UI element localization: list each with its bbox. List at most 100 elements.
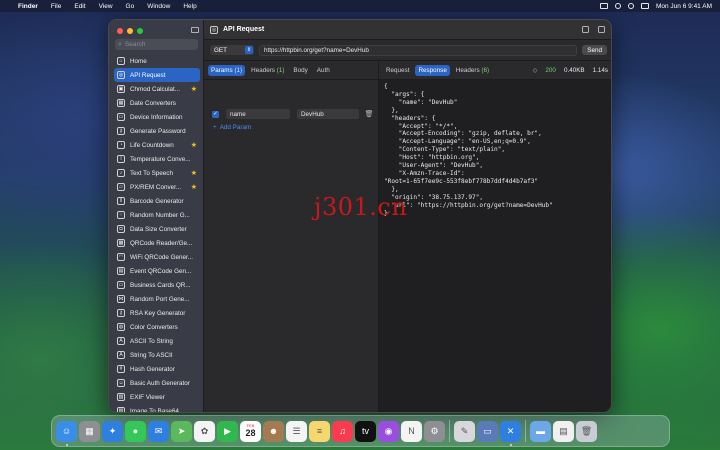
search-icon: ⌕ — [118, 40, 122, 48]
preview-icon[interactable]: ▭ — [477, 420, 498, 442]
music-icon[interactable]: ♫ — [332, 420, 353, 442]
zoom-window-button[interactable] — [137, 28, 143, 34]
sidebar-item-label: Event QRCode Gen... — [130, 267, 192, 275]
podcasts-icon[interactable]: ◉ — [378, 420, 399, 442]
sidebar-item-barcode-generator[interactable]: ‖ Barcode Generator — [114, 194, 200, 208]
sidebar-item-business-cards-qr[interactable]: ▭ Business Cards QR... — [114, 278, 200, 292]
response-stats: ◇ 200 0.40KB 1.14s — [533, 67, 608, 74]
battery-icon[interactable] — [599, 3, 608, 9]
url-bar: GET ⇕ Send — [204, 40, 611, 61]
search-input[interactable] — [124, 41, 195, 48]
sidebar-item-date-converters[interactable]: ▦ Date Converters — [114, 96, 200, 110]
tab-params[interactable]: Params (1) — [208, 64, 246, 76]
notes-icon[interactable]: ≡ — [309, 420, 330, 442]
contacts-icon[interactable]: ☻ — [263, 420, 284, 442]
menu-clock[interactable]: Mon Jun 6 9:41 AM — [656, 3, 712, 10]
tab-body[interactable]: Body — [290, 65, 310, 76]
app-store-icon[interactable]: ⚙ — [424, 420, 445, 442]
sidebar-item-generate-password[interactable]: ⚷ Generate Password — [114, 124, 200, 138]
sidebar-item-api-request[interactable]: ◎ API Request — [114, 68, 200, 82]
menu-edit[interactable]: Edit — [74, 3, 85, 10]
param-key-field[interactable] — [226, 109, 290, 119]
layout-grid-icon[interactable] — [582, 26, 589, 33]
sidebar-item-event-qrcode-gen[interactable]: ▤ Event QRCode Gen... — [114, 264, 200, 278]
tab-request[interactable]: Request — [383, 65, 412, 76]
sidebar-item-px-rem-conver[interactable]: ▱ PX/REM Conver... ★ — [114, 180, 200, 194]
send-button[interactable]: Send — [582, 45, 607, 55]
menu-view[interactable]: View — [99, 3, 113, 10]
tab-response[interactable]: Response — [415, 64, 450, 76]
sidebar-item-ascii-to-string[interactable]: A ASCII To String — [114, 334, 200, 348]
response-pane: Request Response Headers (6) ◇ 200 0.40K… — [379, 61, 611, 412]
finder-icon[interactable]: ☺ — [56, 420, 77, 446]
facetime-icon[interactable]: ▶ — [217, 420, 238, 442]
reminders-icon[interactable]: ☰ — [286, 420, 307, 442]
document-icon[interactable]: ▤ — [553, 420, 574, 442]
messages-icon[interactable]: ● — [125, 420, 146, 442]
wifi-icon[interactable] — [614, 3, 621, 9]
menu-bar: Finder File Edit View Go Window Help Mon… — [0, 0, 720, 12]
sidebar-item-exif-viewer[interactable]: ▨ EXIF Viewer — [114, 390, 200, 404]
close-window-button[interactable] — [117, 28, 123, 34]
sidebar-item-temperature-conve[interactable]: ǀ Temperature Conve... — [114, 152, 200, 166]
sidebar-item-hash-generator[interactable]: # Hash Generator — [114, 362, 200, 376]
param-value-field[interactable] — [297, 109, 359, 119]
split-view-icon[interactable] — [598, 26, 605, 33]
menu-window[interactable]: Window — [147, 3, 170, 10]
sidebar-item-random-port-gene[interactable]: ⋈ Random Port Gene... — [114, 292, 200, 306]
calendar-icon[interactable]: FEB 28 — [240, 420, 261, 442]
sidebar-item-string-to-ascii[interactable]: A String To ASCII — [114, 348, 200, 362]
safari-icon[interactable]: ✦ — [102, 420, 123, 442]
launchpad-icon[interactable]: ▦ — [79, 420, 100, 442]
downloads-folder-icon[interactable]: ▬ — [530, 420, 551, 442]
menu-help[interactable]: Help — [183, 3, 196, 10]
sidebar-item-label: Business Cards QR... — [130, 281, 191, 289]
method-select[interactable]: GET ⇕ — [210, 45, 254, 55]
key-icon: ⚷ — [117, 309, 125, 317]
favorite-star-icon[interactable]: ★ — [191, 85, 197, 93]
sidebar-item-data-size-converter[interactable]: ◘ Data Size Converter — [114, 222, 200, 236]
sidebar-item-rsa-key-generator[interactable]: ⚷ RSA Key Generator — [114, 306, 200, 320]
sidebar-item-label: Random Number G... — [130, 211, 190, 219]
sidebar-toggle-icon[interactable] — [191, 27, 199, 33]
sidebar-item-device-information[interactable]: ▭ Device Information — [114, 110, 200, 124]
tab-response-headers[interactable]: Headers (6) — [453, 65, 492, 76]
sidebar-item-label: API Request — [130, 71, 166, 79]
menu-go[interactable]: Go — [126, 3, 135, 10]
favorite-star-icon[interactable]: ★ — [191, 141, 197, 149]
tab-auth[interactable]: Auth — [314, 65, 333, 76]
favorite-star-icon[interactable]: ★ — [191, 169, 197, 177]
script-editor-icon[interactable]: ✎ — [454, 420, 475, 442]
sidebar-item-label: Generate Password — [130, 127, 186, 135]
control-center-icon[interactable] — [640, 3, 649, 9]
menu-file[interactable]: File — [51, 3, 61, 10]
tab-headers[interactable]: Headers (1) — [248, 65, 287, 76]
sidebar-item-random-number-g[interactable]: ⁘ Random Number G... — [114, 208, 200, 222]
sidebar-item-basic-auth-generator[interactable]: ☺ Basic Auth Generator — [114, 376, 200, 390]
sidebar-item-life-countdown[interactable]: ◔ Life Countdown ★ — [114, 138, 200, 152]
param-enabled-checkbox[interactable]: ✓ — [212, 110, 219, 118]
favorite-star-icon[interactable]: ★ — [191, 183, 197, 191]
url-input[interactable] — [259, 44, 578, 56]
photos-icon[interactable]: ✿ — [194, 420, 215, 442]
add-param-button[interactable]: + Add Param — [213, 124, 251, 131]
sidebar-item-home[interactable]: ⌂ Home — [114, 54, 200, 68]
sidebar-item-image-to-base64[interactable]: ▨ Image To Base64 — [114, 404, 200, 412]
maps-icon[interactable]: ➤ — [171, 420, 192, 442]
hash-icon: # — [117, 365, 125, 373]
speaker-icon: ♪ — [117, 169, 125, 177]
delete-param-trash-icon[interactable]: 🗑 — [365, 110, 374, 118]
sidebar-item-chmod-calculat[interactable]: ▣ Chmod Calculat... ★ — [114, 82, 200, 96]
mail-icon[interactable]: ✉ — [148, 420, 169, 442]
sidebar-item-color-converters[interactable]: ◍ Color Converters — [114, 320, 200, 334]
trash-icon[interactable]: 🗑 — [576, 420, 597, 442]
spotlight-search-icon[interactable] — [627, 3, 634, 9]
tv-icon[interactable]: tv — [355, 420, 376, 442]
devhub-icon[interactable]: ✕ — [500, 420, 521, 446]
news-icon[interactable]: N — [401, 420, 422, 442]
minimize-window-button[interactable] — [127, 28, 133, 34]
sidebar-item-text-to-speech[interactable]: ♪ Text To Speech ★ — [114, 166, 200, 180]
menu-app-name[interactable]: Finder — [18, 3, 38, 10]
sidebar-item-qrcode-reader-ge[interactable]: ▩ QRCode Reader/Ge... — [114, 236, 200, 250]
sidebar-item-wifi-qrcode-gener[interactable]: ◠ WiFi QRCode Gener... — [114, 250, 200, 264]
